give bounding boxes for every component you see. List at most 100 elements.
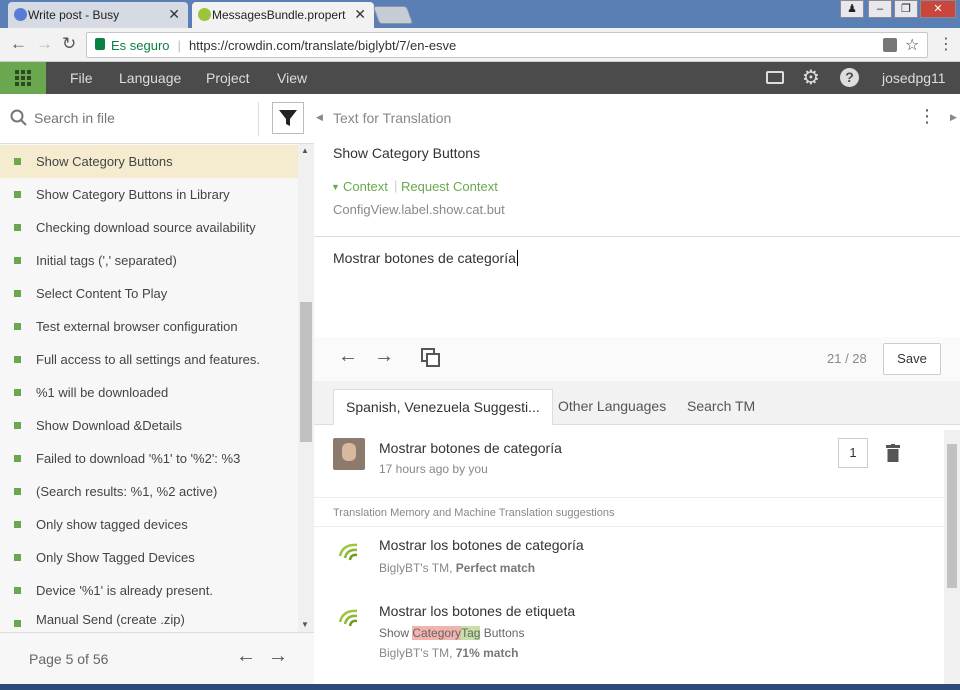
search-icon (10, 109, 27, 126)
chrome-menu-icon[interactable]: ⋮ (938, 34, 954, 54)
tm-match: 71% match (455, 646, 519, 660)
list-item[interactable]: %1 will be downloaded (0, 376, 298, 409)
search-row (0, 94, 314, 144)
browser-tab-messages-bundle[interactable]: MessagesBundle.propert ✕ (192, 2, 374, 28)
list-item[interactable]: Full access to all settings and features… (0, 343, 298, 376)
source-text: Show Category Buttons (333, 145, 481, 161)
help-icon[interactable]: ? (840, 68, 859, 87)
close-tab-icon[interactable]: ✕ (168, 6, 180, 23)
vote-count[interactable]: 1 (838, 438, 868, 468)
status-dot-icon (14, 158, 21, 165)
list-item[interactable]: Manual Send (create .zip) (0, 607, 298, 632)
string-label: Manual Send (create .zip) (36, 612, 185, 627)
tab-search-tm[interactable]: Search TM (675, 389, 767, 425)
filter-button[interactable] (272, 102, 304, 134)
list-scroll-thumb[interactable] (300, 302, 312, 442)
gear-icon[interactable]: ⚙ (802, 65, 820, 90)
next-string-arrow-icon[interactable]: → (374, 345, 394, 368)
trash-icon[interactable] (886, 444, 900, 462)
favicon-icon (14, 8, 27, 21)
translate-icon[interactable] (883, 38, 897, 52)
crowdin-favicon-icon (198, 8, 211, 21)
copy-source-icon[interactable] (420, 347, 442, 369)
save-button[interactable]: Save (883, 343, 941, 375)
new-tab-button[interactable] (372, 6, 414, 24)
suggestion-text: Mostrar botones de categoría (379, 440, 562, 456)
reload-icon[interactable]: ↻ (62, 34, 76, 54)
tm-text: Mostrar los botones de categoría (379, 537, 584, 553)
string-label: Show Download &Details (36, 418, 182, 433)
status-dot-icon (14, 455, 21, 462)
context-caret-icon[interactable]: ▼ (331, 182, 340, 192)
back-arrow-icon[interactable]: ← (10, 34, 27, 54)
more-options-icon[interactable]: ⋮ (918, 106, 936, 127)
star-icon[interactable]: ☆ (905, 35, 919, 55)
next-page-arrow-icon[interactable]: → (268, 645, 288, 668)
string-label: Full access to all settings and features… (36, 352, 261, 367)
list-item[interactable]: Show Category Buttons in Library (0, 178, 298, 211)
forward-arrow-icon[interactable]: → (36, 34, 53, 54)
diff-prefix: Show (379, 626, 413, 640)
menu-file[interactable]: File (70, 70, 93, 86)
username[interactable]: josedpg11 (882, 70, 946, 86)
context-toggle[interactable]: Context (343, 179, 388, 194)
crowdin-logo-icon (338, 543, 358, 561)
request-context-link[interactable]: Request Context (401, 179, 498, 194)
scroll-up-icon[interactable]: ▲ (301, 146, 309, 155)
tab-other-languages[interactable]: Other Languages (546, 389, 678, 425)
search-input[interactable] (34, 106, 254, 130)
restore-icon[interactable]: ❐ (894, 0, 918, 18)
user-suggestion[interactable]: Mostrar botones de categoría 17 hours ag… (314, 426, 944, 498)
url-bar[interactable]: Es seguro | https://crowdin.com/translat… (86, 32, 928, 58)
list-item[interactable]: Select Content To Play (0, 277, 298, 310)
list-item[interactable]: (Search results: %1, %2 active) (0, 475, 298, 508)
list-item[interactable]: Show Category Buttons (0, 145, 298, 178)
collapse-left-icon[interactable]: ◀ (316, 112, 323, 123)
string-label: Only Show Tagged Devices (36, 550, 195, 565)
menu-language[interactable]: Language (119, 70, 181, 86)
close-tab-icon[interactable]: ✕ (354, 6, 366, 23)
list-item[interactable]: Test external browser configuration (0, 310, 298, 343)
tm-suggestion[interactable]: Mostrar los botones de categoría BiglyBT… (314, 528, 944, 592)
tab-title: Write post - Busy (28, 8, 120, 22)
string-label: Only show tagged devices (36, 517, 188, 532)
crowdin-logo-icon (338, 609, 358, 627)
minimize-icon[interactable]: – (868, 0, 892, 18)
menu-view[interactable]: View (277, 70, 307, 86)
tm-meta: BiglyBT's TM, Perfect match (379, 561, 535, 575)
list-item[interactable]: Show Download &Details (0, 409, 298, 442)
tm-suggestion[interactable]: Mostrar los botones de etiqueta Show Cat… (314, 594, 944, 690)
list-item[interactable]: Initial tags (',' separated) (0, 244, 298, 277)
list-item[interactable]: Checking download source availability (0, 211, 298, 244)
filter-icon (279, 110, 297, 126)
prev-page-arrow-icon[interactable]: ← (236, 645, 256, 668)
user-profile-icon[interactable]: ♟ (840, 0, 864, 18)
menu-project[interactable]: Project (206, 70, 250, 86)
diff-suffix: Buttons (480, 626, 525, 640)
browser-tab-write-post[interactable]: Write post - Busy ✕ (8, 2, 188, 28)
apps-grid-icon[interactable] (0, 62, 46, 94)
window-close-icon[interactable]: ✕ (920, 0, 956, 18)
collapse-right-icon[interactable]: ▶ (950, 112, 957, 123)
keyboard-icon[interactable] (766, 71, 784, 84)
url-text[interactable]: https://crowdin.com/translate/biglybt/7/… (189, 38, 456, 53)
tm-meta: BiglyBT's TM, 71% match (379, 646, 518, 660)
lock-icon (95, 38, 105, 50)
list-item[interactable]: Only Show Tagged Devices (0, 541, 298, 574)
list-item[interactable]: Only show tagged devices (0, 508, 298, 541)
source-header: Text for Translation (333, 110, 452, 126)
translation-input[interactable]: Mostrar botones de categoría (333, 250, 518, 266)
list-item[interactable]: Device '%1' is already present. (0, 574, 298, 607)
context-separator: | (394, 178, 398, 193)
tab-language-suggestions[interactable]: Spanish, Venezuela Suggesti... (333, 389, 553, 425)
tm-section-header: Translation Memory and Machine Translati… (314, 499, 944, 527)
scroll-down-icon[interactable]: ▼ (301, 620, 309, 629)
status-dot-icon (14, 521, 21, 528)
strings-panel: Show Category Buttons Show Category Butt… (0, 94, 314, 690)
status-dot-icon (14, 389, 21, 396)
status-dot-icon (14, 620, 21, 627)
list-item[interactable]: Failed to download '%1' to '%2': %3 (0, 442, 298, 475)
string-key: ConfigView.label.show.cat.but (333, 202, 505, 217)
prev-string-arrow-icon[interactable]: ← (338, 345, 358, 368)
suggestions-scroll-thumb[interactable] (947, 444, 957, 588)
